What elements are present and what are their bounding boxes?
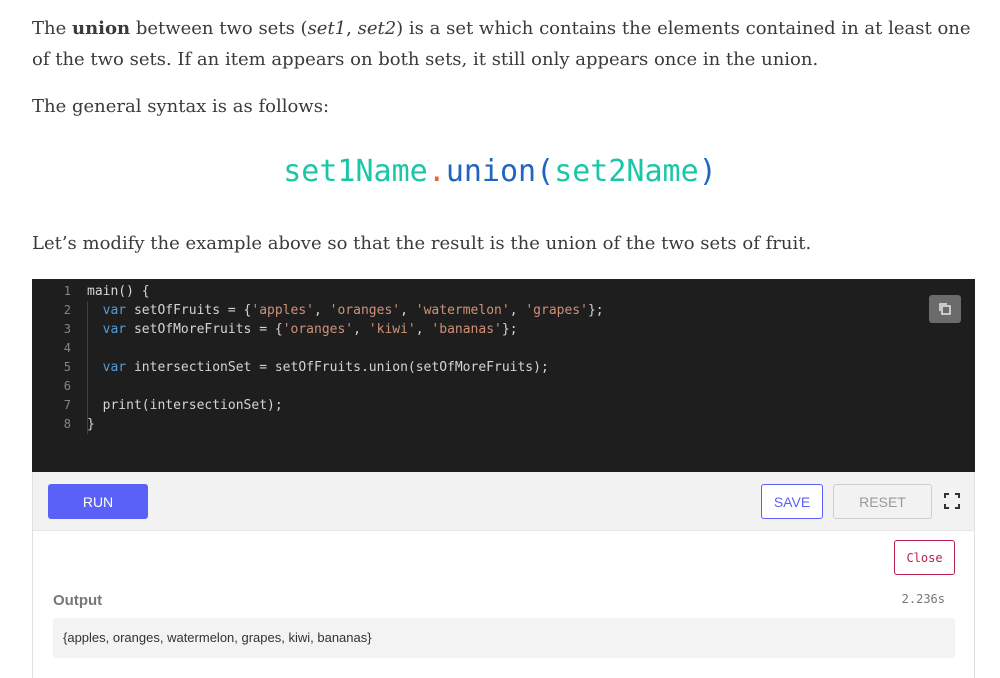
code-line: var intersectionSet = setOfFruits.union(…: [102, 360, 549, 375]
union-term: union: [71, 18, 131, 39]
copy-icon: [939, 303, 951, 315]
line-number: 7: [63, 398, 71, 412]
output-label: Output: [53, 592, 103, 609]
execution-time: 2.236s: [901, 592, 945, 606]
fullscreen-icon: [944, 493, 960, 509]
syntax-formula: set1Name.union(set2Name): [283, 154, 717, 189]
code-line: var setOfFruits = {'apples', 'oranges', …: [102, 303, 604, 318]
syntax-intro-paragraph: The general syntax is as follows:: [32, 96, 330, 117]
reset-button[interactable]: RESET: [833, 484, 932, 519]
code-line: print(intersectionSet);: [102, 398, 283, 413]
line-number: 3: [63, 322, 71, 336]
code-editor[interactable]: 1 2 3 4 5 6 7 8 main() { var setOfFruits = {'ap…: [32, 279, 975, 472]
fullscreen-button[interactable]: [943, 492, 961, 510]
line-number: 4: [63, 341, 71, 355]
line-number: 1: [63, 284, 71, 298]
close-output-button[interactable]: Close: [894, 540, 955, 575]
line-number-gutter: 1 2 3 4 5 6 7 8: [32, 282, 76, 434]
output-result: {apples, oranges, watermelon, grapes, ki…: [53, 618, 955, 658]
example-paragraph: Let’s modify the example above so that t…: [32, 233, 812, 254]
save-button[interactable]: SAVE: [761, 484, 823, 519]
line-number: 6: [63, 379, 71, 393]
code-line: var setOfMoreFruits = {'oranges', 'kiwi'…: [102, 322, 518, 337]
run-button[interactable]: RUN: [48, 484, 148, 519]
code-line: }: [87, 417, 95, 432]
line-number: 8: [63, 417, 71, 431]
line-number: 5: [63, 360, 71, 374]
line-number: 2: [63, 303, 71, 317]
intro-paragraph: The union between two sets (set1, set2) …: [32, 18, 971, 70]
code-line: main() {: [87, 284, 150, 299]
copy-code-button[interactable]: [929, 295, 961, 323]
code-area[interactable]: main() { var setOfFruits = {'apples', 'o…: [87, 282, 604, 434]
